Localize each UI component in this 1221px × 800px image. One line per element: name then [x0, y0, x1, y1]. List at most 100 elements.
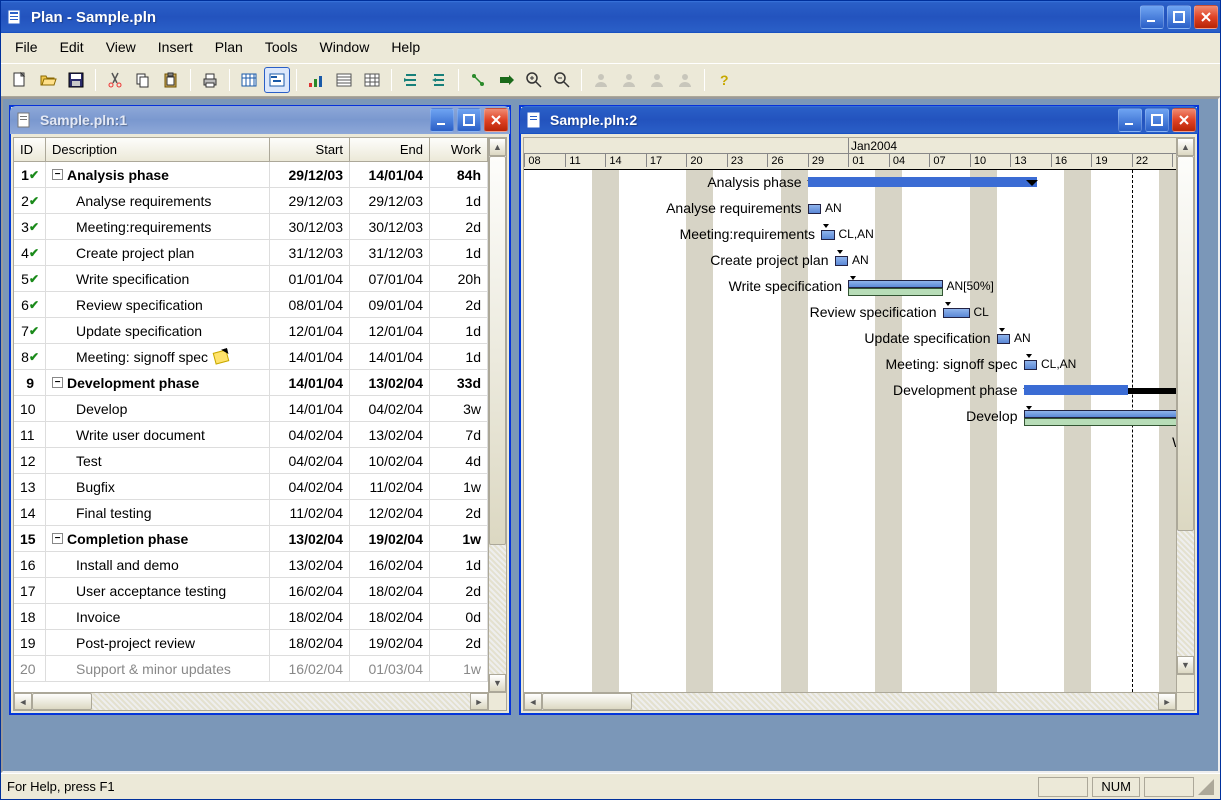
gantt-scroll-right[interactable]: ►	[1158, 693, 1176, 710]
task-row[interactable]: 16Install and demo13/02/0416/02/041d	[14, 552, 488, 578]
cut-button[interactable]	[102, 67, 128, 93]
task-row[interactable]: 11Write user document04/02/0413/02/047d	[14, 422, 488, 448]
resource3-button[interactable]	[644, 67, 670, 93]
task-row[interactable]: 10Develop14/01/0404/02/043w	[14, 396, 488, 422]
task-row[interactable]: 14Final testing11/02/0412/02/042d	[14, 500, 488, 526]
print-button[interactable]	[197, 67, 223, 93]
gantt-summary-bar[interactable]	[808, 180, 1038, 186]
menu-tools[interactable]: Tools	[255, 35, 308, 59]
task-row[interactable]: 17User acceptance testing16/02/0418/02/0…	[14, 578, 488, 604]
gantt-summary-bar[interactable]	[1024, 388, 1177, 394]
task-row[interactable]: 15−Completion phase13/02/0419/02/041w	[14, 526, 488, 552]
goto-button[interactable]	[493, 67, 519, 93]
outdent-button[interactable]	[426, 67, 452, 93]
gantt-row[interactable]: Update specificationAN	[524, 326, 1176, 352]
collapse-icon[interactable]: −	[52, 533, 63, 544]
menu-edit[interactable]: Edit	[50, 35, 94, 59]
note-icon[interactable]	[213, 349, 230, 364]
task-row[interactable]: 3✔Meeting:requirements30/12/0330/12/032d	[14, 214, 488, 240]
gantt-bar[interactable]	[848, 280, 943, 288]
gantt-chart[interactable]: Jan2004Feb 08111417202326290104071013161…	[524, 138, 1176, 692]
task-row[interactable]: 18Invoice18/02/0418/02/040d	[14, 604, 488, 630]
gantt-row[interactable]: DevelopD1	[524, 404, 1176, 430]
link-button[interactable]	[465, 67, 491, 93]
child1-maximize-button[interactable]	[457, 108, 481, 132]
gantt-bar[interactable]	[835, 256, 849, 266]
child1-titlebar[interactable]: Sample.pln:1	[10, 106, 510, 134]
task-row[interactable]: 6✔Review specification08/01/0409/01/042d	[14, 292, 488, 318]
indent-button[interactable]	[398, 67, 424, 93]
child2-titlebar[interactable]: Sample.pln:2	[520, 106, 1198, 134]
gantt-hscrollbar[interactable]: ◄ ►	[524, 692, 1194, 710]
gantt-bar[interactable]	[808, 204, 822, 214]
task-row[interactable]: 4✔Create project plan31/12/0331/12/031d	[14, 240, 488, 266]
list-view-button[interactable]	[331, 67, 357, 93]
gantt-row[interactable]: BugfixD1	[524, 482, 1176, 508]
gantt-row[interactable]: TestD2	[524, 456, 1176, 482]
gantt-row[interactable]: User acceptance testingCL	[524, 586, 1176, 612]
column-desc[interactable]: Description	[46, 138, 270, 161]
gantt-view-button[interactable]	[264, 67, 290, 93]
scroll-down-button[interactable]: ▼	[489, 674, 506, 692]
scroll-up-button[interactable]: ▲	[489, 138, 506, 156]
menu-insert[interactable]: Insert	[148, 35, 203, 59]
column-end[interactable]: End	[350, 138, 430, 161]
gantt-scroll-up[interactable]: ▲	[1177, 138, 1194, 156]
task-row[interactable]: 8✔Meeting: signoff spec14/01/0414/01/041…	[14, 344, 488, 370]
gantt-vscrollbar[interactable]: ▲ ▼	[1176, 138, 1194, 692]
zoom-in-button[interactable]	[521, 67, 547, 93]
gantt-row[interactable]: Analyse requirementsAN	[524, 196, 1176, 222]
task-row[interactable]: 12Test04/02/0410/02/044d	[14, 448, 488, 474]
child2-maximize-button[interactable]	[1145, 108, 1169, 132]
task-row[interactable]: 5✔Write specification01/01/0407/01/0420h	[14, 266, 488, 292]
gantt-row[interactable]: Final testingD2,D1	[524, 508, 1176, 534]
child2-close-button[interactable]	[1172, 108, 1196, 132]
gantt-row[interactable]: Completion phase	[524, 534, 1176, 560]
task-row[interactable]: 9−Development phase14/01/0413/02/0433d	[14, 370, 488, 396]
menu-plan[interactable]: Plan	[205, 35, 253, 59]
new-button[interactable]	[7, 67, 33, 93]
task-vscrollbar[interactable]: ▲ ▼	[488, 138, 506, 710]
grid-view-button[interactable]	[359, 67, 385, 93]
menu-help[interactable]: Help	[381, 35, 430, 59]
gantt-bar[interactable]	[821, 230, 835, 240]
copy-button[interactable]	[130, 67, 156, 93]
zoom-out-button[interactable]	[549, 67, 575, 93]
gantt-row[interactable]: Meeting: signoff specCL,AN	[524, 352, 1176, 378]
gantt-row[interactable]: Meeting:requirementsCL,AN	[524, 222, 1176, 248]
gantt-row[interactable]: Write user documentW1	[524, 430, 1176, 456]
child1-close-button[interactable]	[484, 108, 508, 132]
gantt-scroll-left[interactable]: ◄	[524, 693, 542, 710]
gantt-bar[interactable]	[997, 334, 1011, 344]
menu-file[interactable]: File	[5, 35, 48, 59]
gantt-scroll-down[interactable]: ▼	[1177, 656, 1194, 674]
gantt-row[interactable]: Create project planAN	[524, 248, 1176, 274]
child1-minimize-button[interactable]	[430, 108, 454, 132]
main-titlebar[interactable]: Plan - Sample.pln	[1, 1, 1220, 33]
collapse-icon[interactable]: −	[52, 377, 63, 388]
gantt-row[interactable]: Invoice18/02	[524, 612, 1176, 638]
gantt-row[interactable]: Development phase	[524, 378, 1176, 404]
main-close-button[interactable]	[1194, 5, 1218, 29]
task-hscrollbar[interactable]: ◄ ►	[14, 692, 488, 710]
gantt-bar[interactable]	[1024, 360, 1038, 370]
open-button[interactable]	[35, 67, 61, 93]
resize-grip-icon[interactable]	[1198, 779, 1214, 795]
calendar-button[interactable]	[236, 67, 262, 93]
chart-button[interactable]	[303, 67, 329, 93]
task-row[interactable]: 20Support & minor updates16/02/0401/03/0…	[14, 656, 488, 682]
main-minimize-button[interactable]	[1140, 5, 1164, 29]
task-row[interactable]: 7✔Update specification12/01/0412/01/041d	[14, 318, 488, 344]
task-row[interactable]: 2✔Analyse requirements29/12/0329/12/031d	[14, 188, 488, 214]
column-work[interactable]: Work	[430, 138, 488, 161]
task-row[interactable]: 19Post-project review18/02/0419/02/042d	[14, 630, 488, 656]
gantt-row[interactable]: Analysis phase	[524, 170, 1176, 196]
gantt-row[interactable]: Review specificationCL	[524, 300, 1176, 326]
gantt-bar[interactable]	[1024, 410, 1177, 418]
resource4-button[interactable]	[672, 67, 698, 93]
scroll-right-button[interactable]: ►	[470, 693, 488, 710]
gantt-row[interactable]: Install and demoAN	[524, 560, 1176, 586]
child-window-2[interactable]: Sample.pln:2 Jan2004Feb 0811141720232629…	[519, 105, 1199, 715]
help-button[interactable]: ?	[711, 67, 737, 93]
task-row[interactable]: 13Bugfix04/02/0411/02/041w	[14, 474, 488, 500]
